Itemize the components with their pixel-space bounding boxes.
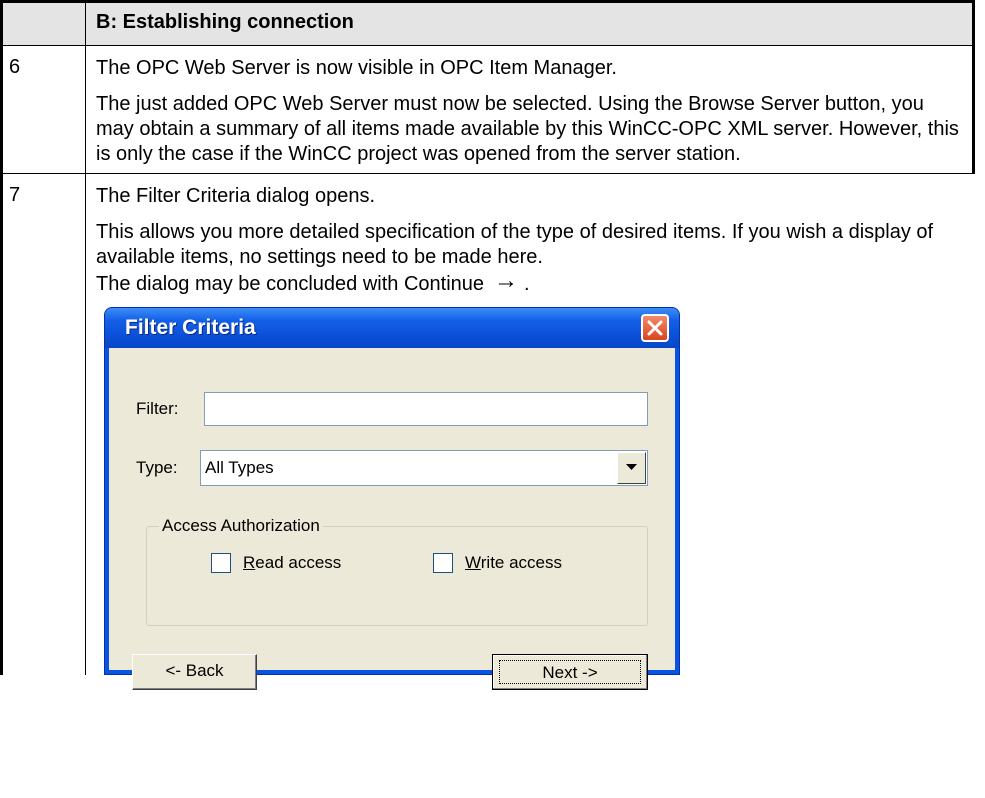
step-number: 6 <box>9 56 21 78</box>
dialog-titlebar[interactable]: Filter Criteria <box>105 308 679 348</box>
access-authorization-group: Access Authorization Read access Write a… <box>146 516 648 626</box>
back-button[interactable]: <- Back <box>132 654 257 690</box>
write-access-label: Write access <box>465 553 562 573</box>
header-row: B: Establishing connection <box>0 0 975 46</box>
chevron-down-icon <box>626 464 637 470</box>
next-button-label: Next -> <box>499 660 641 684</box>
step-6-paragraph-2: The just added OPC Web Server must now b… <box>96 93 959 165</box>
arrow-right-icon: → <box>494 267 519 294</box>
close-icon <box>647 320 663 336</box>
step-number-cell: 7 <box>0 173 86 675</box>
dialog-title: Filter Criteria <box>125 316 256 339</box>
type-select-value: All Types <box>205 458 274 477</box>
close-button[interactable] <box>641 314 669 342</box>
type-dropdown-button[interactable] <box>617 452 646 484</box>
next-button[interactable]: Next -> <box>492 654 648 690</box>
step-7-paragraph-1: The Filter Criteria dialog opens. <box>96 185 376 207</box>
step-number-cell: 6 <box>0 45 86 174</box>
write-access-rest: rite access <box>480 553 562 572</box>
filter-input[interactable] <box>204 392 648 426</box>
header-number-cell <box>0 0 86 46</box>
continue-text: The dialog may be concluded with Continu… <box>96 273 485 295</box>
sentence-period: . <box>524 273 530 295</box>
type-select[interactable]: All Types <box>200 450 648 486</box>
type-label: Type: <box>136 458 178 477</box>
section-title: B: Establishing connection <box>96 11 354 33</box>
filter-label: Filter: <box>136 399 179 418</box>
header-title-cell: B: Establishing connection <box>85 0 975 46</box>
write-access-option[interactable]: Write access <box>433 553 562 573</box>
read-access-mnemonic: R <box>243 553 256 572</box>
dialog-client-area: Filter: Type: All Types Access Authoriza… <box>109 348 675 690</box>
read-access-checkbox[interactable] <box>211 553 231 573</box>
step-6-paragraph-1: The OPC Web Server is now visible in OPC… <box>96 57 617 79</box>
write-access-checkbox[interactable] <box>433 553 453 573</box>
step-7-paragraph-3: The dialog may be concluded with Continu… <box>96 267 966 297</box>
step-7-paragraph-2: This allows you more detailed specificat… <box>96 221 934 268</box>
group-label: Access Authorization <box>159 516 323 536</box>
step-body-cell: The OPC Web Server is now visible in OPC… <box>85 45 975 174</box>
instruction-table: B: Establishing connection 6 The OPC Web… <box>0 0 975 690</box>
step-row-6: 6 The OPC Web Server is now visible in O… <box>0 45 975 174</box>
read-access-rest: ead access <box>255 553 342 572</box>
step-number: 7 <box>9 184 21 206</box>
step-body-cell: The Filter Criteria dialog opens. This a… <box>85 173 974 690</box>
filter-criteria-dialog: Filter Criteria Filter: Type: All Types <box>104 307 680 690</box>
read-access-label: Read access <box>243 553 341 573</box>
step-row-7: 7 The Filter Criteria dialog opens. This… <box>0 173 974 690</box>
read-access-option[interactable]: Read access <box>211 553 341 573</box>
write-access-mnemonic: W <box>465 553 481 572</box>
